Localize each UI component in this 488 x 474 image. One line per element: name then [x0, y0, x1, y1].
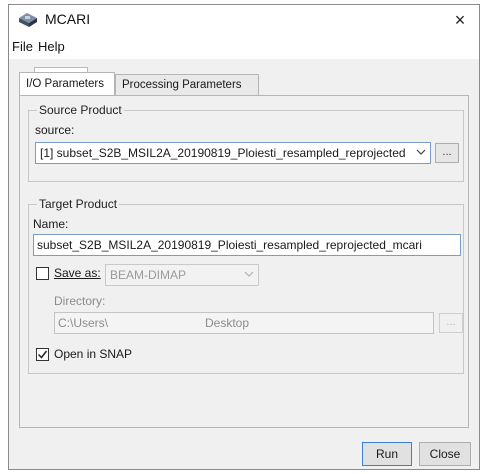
directory-field[interactable]: C:\Users\ Desktop	[54, 312, 434, 334]
directory-label: Directory:	[54, 294, 106, 308]
save-as-label: Save as:	[54, 266, 101, 280]
window-title: MCARI	[45, 11, 91, 27]
directory-suffix: Desktop	[205, 316, 250, 330]
name-label: Name:	[33, 217, 69, 231]
menu-bar: File Help	[9, 35, 479, 89]
menu-file[interactable]: File	[12, 39, 33, 54]
menu-help[interactable]: Help	[38, 39, 65, 54]
close-icon[interactable]: ×	[445, 7, 475, 33]
open-in-snap-checkbox[interactable]	[36, 348, 49, 361]
run-button[interactable]: Run	[362, 442, 412, 466]
io-parameters-panel: Source Product source: [1] subset_S2B_MS…	[19, 95, 469, 428]
tab-io-parameters[interactable]: I/O Parameters	[19, 72, 115, 96]
source-label: source:	[35, 123, 75, 137]
target-name-field[interactable]: subset_S2B_MSIL2A_20190819_Ploiesti_resa…	[33, 234, 461, 256]
target-product-title: Target Product	[37, 197, 120, 211]
tab-processing-parameters[interactable]: Processing Parameters	[115, 74, 259, 96]
open-in-snap-label: Open in SNAP	[54, 347, 133, 361]
target-product-group: Target Product Name: subset_S2B_MSIL2A_2…	[28, 197, 464, 374]
directory-browse-button[interactable]: ...	[439, 313, 463, 333]
source-product-group: Source Product source: [1] subset_S2B_MS…	[28, 103, 464, 182]
source-product-title: Source Product	[37, 103, 124, 117]
chevron-down-icon	[416, 149, 426, 155]
source-product-value: [1] subset_S2B_MSIL2A_20190819_Ploiesti_…	[40, 146, 406, 160]
format-select[interactable]: BEAM-DIMAP	[105, 264, 259, 286]
source-product-select[interactable]: [1] subset_S2B_MSIL2A_20190819_Ploiesti_…	[35, 142, 431, 164]
app-logo-icon	[19, 13, 37, 27]
format-value: BEAM-DIMAP	[110, 268, 187, 282]
source-browse-button[interactable]: ...	[435, 143, 459, 163]
chevron-down-icon	[244, 271, 254, 277]
title-bar: MCARI ×	[9, 5, 479, 35]
close-button[interactable]: Close	[419, 442, 471, 466]
mcari-dialog-window: MCARI × File Help I/O Parameters Process…	[8, 4, 480, 470]
checkmark-icon	[37, 350, 48, 359]
save-as-checkbox[interactable]	[36, 267, 49, 280]
directory-value: C:\Users\	[58, 316, 109, 330]
